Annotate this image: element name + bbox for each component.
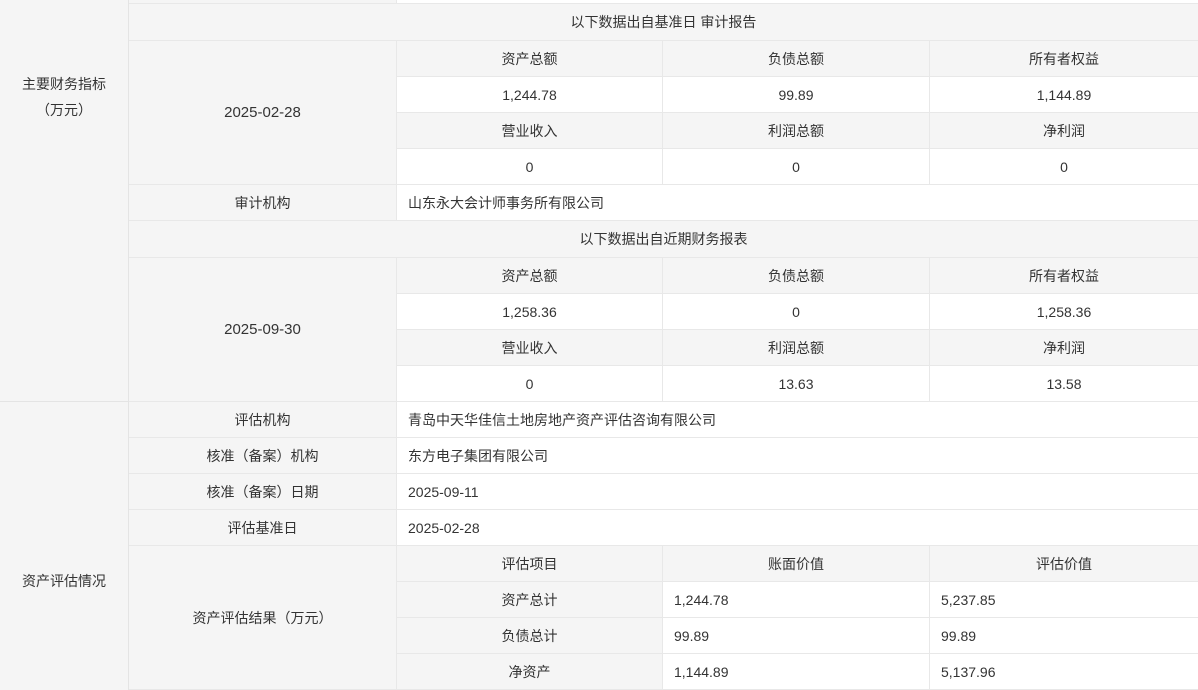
section-label-line: （万元） [0,97,128,123]
header-row: 资产总额 负债总额 所有者权益 [397,258,1198,294]
value-cell: 1,244.78 [397,77,663,112]
approval-org-row: 核准（备案）机构 东方电子集团有限公司 [129,438,1198,474]
value-cell: 0 [397,366,663,401]
result-row-net-assets: 净资产 1,144.89 5,137.96 [397,654,1198,690]
value-row: 0 0 0 [397,149,1198,185]
audit-org-row: 审计机构 山东永大会计师事务所有限公司 [129,185,1198,221]
row-label-cell: 核准（备案）机构 [129,438,397,473]
result-row-total-assets: 资产总计 1,244.78 5,237.85 [397,582,1198,618]
header-row: 营业收入 利润总额 净利润 [397,113,1198,149]
evaluation-result-block: 资产评估结果（万元） 评估项目 账面价值 评估价值 资产总计 1,244.78 … [129,546,1198,690]
book-value-cell: 1,244.78 [663,582,930,617]
assessed-value-cell: 5,137.96 [930,654,1198,689]
report-date-cell: 2025-09-30 [129,258,397,402]
financial-block-rows: 资产总额 负债总额 所有者权益 1,258.36 0 1,258.36 营业收入… [397,258,1198,402]
approval-date-value: 2025-09-11 [397,474,1198,509]
book-value-cell: 99.89 [663,618,930,653]
band-title: 以下数据出自基准日 审计报告 [571,12,757,32]
evaluation-base-date-row: 评估基准日 2025-02-28 [129,510,1198,546]
approval-date-row: 核准（备案）日期 2025-09-11 [129,474,1198,510]
section-label-asset-evaluation: 资产评估情况 [0,402,128,690]
result-row-total-liabilities: 负债总计 99.89 99.89 [397,618,1198,654]
col-header-cell: 利润总额 [663,330,930,365]
col-header-cell: 资产总额 [397,41,663,76]
approval-org-value: 东方电子集团有限公司 [397,438,1198,473]
col-header-cell: 营业收入 [397,113,663,148]
financial-block-base-date: 2025-02-28 资产总额 负债总额 所有者权益 1,244.78 99.8… [129,41,1198,185]
evaluation-result-label: 资产评估结果（万元） [129,546,397,690]
assessed-value-cell: 5,237.85 [930,582,1198,617]
col-header-cell: 评估价值 [930,546,1198,581]
section-label-line: 资产评估情况 [0,568,128,594]
section-label-financial-indicators: 主要财务指标 （万元） [0,0,128,402]
col-header-cell: 负债总额 [663,41,930,76]
col-header-cell: 所有者权益 [930,41,1198,76]
evaluation-org-row: 评估机构 青岛中天华佳信土地房地产资产评估咨询有限公司 [129,402,1198,438]
value-cell: 1,144.89 [930,77,1198,112]
col-header-cell: 资产总额 [397,258,663,293]
item-cell: 资产总计 [397,582,663,617]
value-cell: 13.58 [930,366,1198,401]
col-header-cell: 净利润 [930,330,1198,365]
table-main-area: 以下数据出自基准日 审计报告 2025-02-28 资产总额 负债总额 所有者权… [129,0,1198,690]
col-header-cell: 账面价值 [663,546,930,581]
col-header-cell: 营业收入 [397,330,663,365]
item-cell: 负债总计 [397,618,663,653]
band-title: 以下数据出自近期财务报表 [580,229,748,249]
col-header-cell: 负债总额 [663,258,930,293]
header-row: 营业收入 利润总额 净利润 [397,330,1198,366]
value-cell: 0 [663,149,930,184]
financial-info-table: 主要财务指标 （万元） 资产评估情况 以下数据出自基准日 审计报告 2025-0… [0,0,1198,690]
header-row: 资产总额 负债总额 所有者权益 [397,41,1198,77]
value-cell: 99.89 [663,77,930,112]
band-recent-statements: 以下数据出自近期财务报表 [129,221,1198,258]
value-cell: 1,258.36 [930,294,1198,329]
value-cell: 0 [663,294,930,329]
band-audit-report: 以下数据出自基准日 审计报告 [129,4,1198,41]
evaluation-result-rows: 评估项目 账面价值 评估价值 资产总计 1,244.78 5,237.85 负债… [397,546,1198,690]
row-label-cell: 审计机构 [129,185,397,220]
financial-block-rows: 资产总额 负债总额 所有者权益 1,244.78 99.89 1,144.89 … [397,41,1198,185]
truncated-label-cell [129,0,397,3]
value-cell: 13.63 [663,366,930,401]
value-row: 1,244.78 99.89 1,144.89 [397,77,1198,113]
value-cell: 0 [397,149,663,184]
audit-org-value: 山东永大会计师事务所有限公司 [397,185,1198,220]
financial-block-recent: 2025-09-30 资产总额 负债总额 所有者权益 1,258.36 0 1,… [129,258,1198,402]
value-row: 0 13.63 13.58 [397,366,1198,402]
truncated-value-cell [397,0,1198,3]
assessed-value-cell: 99.89 [930,618,1198,653]
row-label-cell: 评估机构 [129,402,397,437]
col-header-cell: 利润总额 [663,113,930,148]
col-header-cell: 所有者权益 [930,258,1198,293]
row-label-cell: 核准（备案）日期 [129,474,397,509]
col-header-cell: 净利润 [930,113,1198,148]
value-cell: 1,258.36 [397,294,663,329]
book-value-cell: 1,144.89 [663,654,930,689]
evaluation-base-date-value: 2025-02-28 [397,510,1198,545]
header-row: 评估项目 账面价值 评估价值 [397,546,1198,582]
value-cell: 0 [930,149,1198,184]
item-cell: 净资产 [397,654,663,689]
report-date-cell: 2025-02-28 [129,41,397,185]
section-label-line: 主要财务指标 [0,71,128,97]
col-header-cell: 评估项目 [397,546,663,581]
evaluation-org-value: 青岛中天华佳信土地房地产资产评估咨询有限公司 [397,402,1198,437]
row-label-cell: 评估基准日 [129,510,397,545]
section-column: 主要财务指标 （万元） 资产评估情况 [0,0,129,690]
value-row: 1,258.36 0 1,258.36 [397,294,1198,330]
